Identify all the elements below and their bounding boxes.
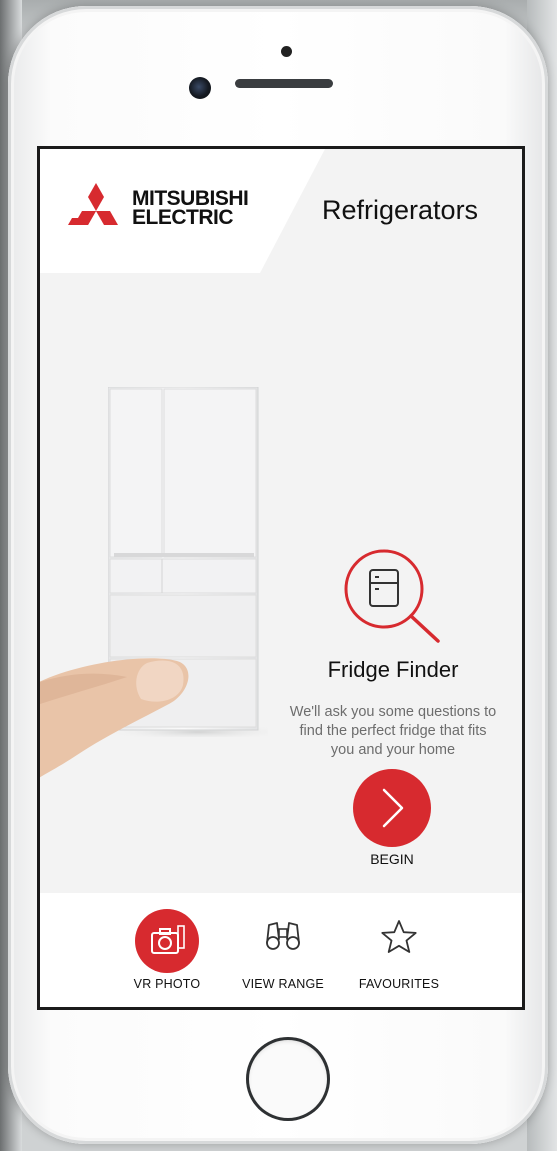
tab-view-range[interactable]: VIEW RANGE (228, 893, 338, 1007)
tab-label-favourites: FAVOURITES (358, 977, 440, 991)
mitsubishi-logo: MITSUBISHI ELECTRIC (68, 183, 249, 233)
finder-description: We'll ask you some questions to find the… (289, 704, 497, 758)
front-sensor (281, 46, 292, 57)
begin-label[interactable]: BEGIN (352, 851, 432, 867)
begin-button[interactable] (353, 769, 431, 847)
vr-photo-active-indicator (135, 909, 199, 973)
tab-vr-photo[interactable]: VR PHOTO (112, 893, 222, 1007)
star-icon (381, 920, 417, 953)
app-screen: MITSUBISHI ELECTRIC Refrigerators Fridge… (37, 146, 525, 1010)
tab-favourites[interactable]: FAVOURITES (344, 893, 454, 1007)
diamonds-logo-icon (68, 183, 118, 225)
tab-label-vr-photo: VR PHOTO (133, 977, 201, 991)
main-content: Fridge Finder We'll ask you some questio… (40, 273, 522, 893)
logo-wordmark: MITSUBISHI ELECTRIC (132, 188, 249, 229)
page-title: Refrigerators (322, 195, 479, 225)
earpiece-speaker (235, 79, 333, 88)
fridge-search-icon (344, 549, 440, 643)
finger-photo (40, 658, 189, 778)
binoculars-icon (266, 922, 300, 950)
finder-title: Fridge Finder (327, 657, 459, 682)
home-button[interactable] (246, 1037, 330, 1121)
front-camera (189, 77, 211, 99)
app-header: MITSUBISHI ELECTRIC Refrigerators (40, 149, 522, 273)
tab-label-view-range: VIEW RANGE (242, 977, 324, 991)
camera-icon (151, 925, 185, 954)
chevron-right-icon (382, 788, 404, 828)
bottom-tab-bar: VR PHOTO VIEW RANGE FAVOURITES (40, 893, 522, 1007)
logo-line-2: ELECTRIC (132, 206, 234, 229)
